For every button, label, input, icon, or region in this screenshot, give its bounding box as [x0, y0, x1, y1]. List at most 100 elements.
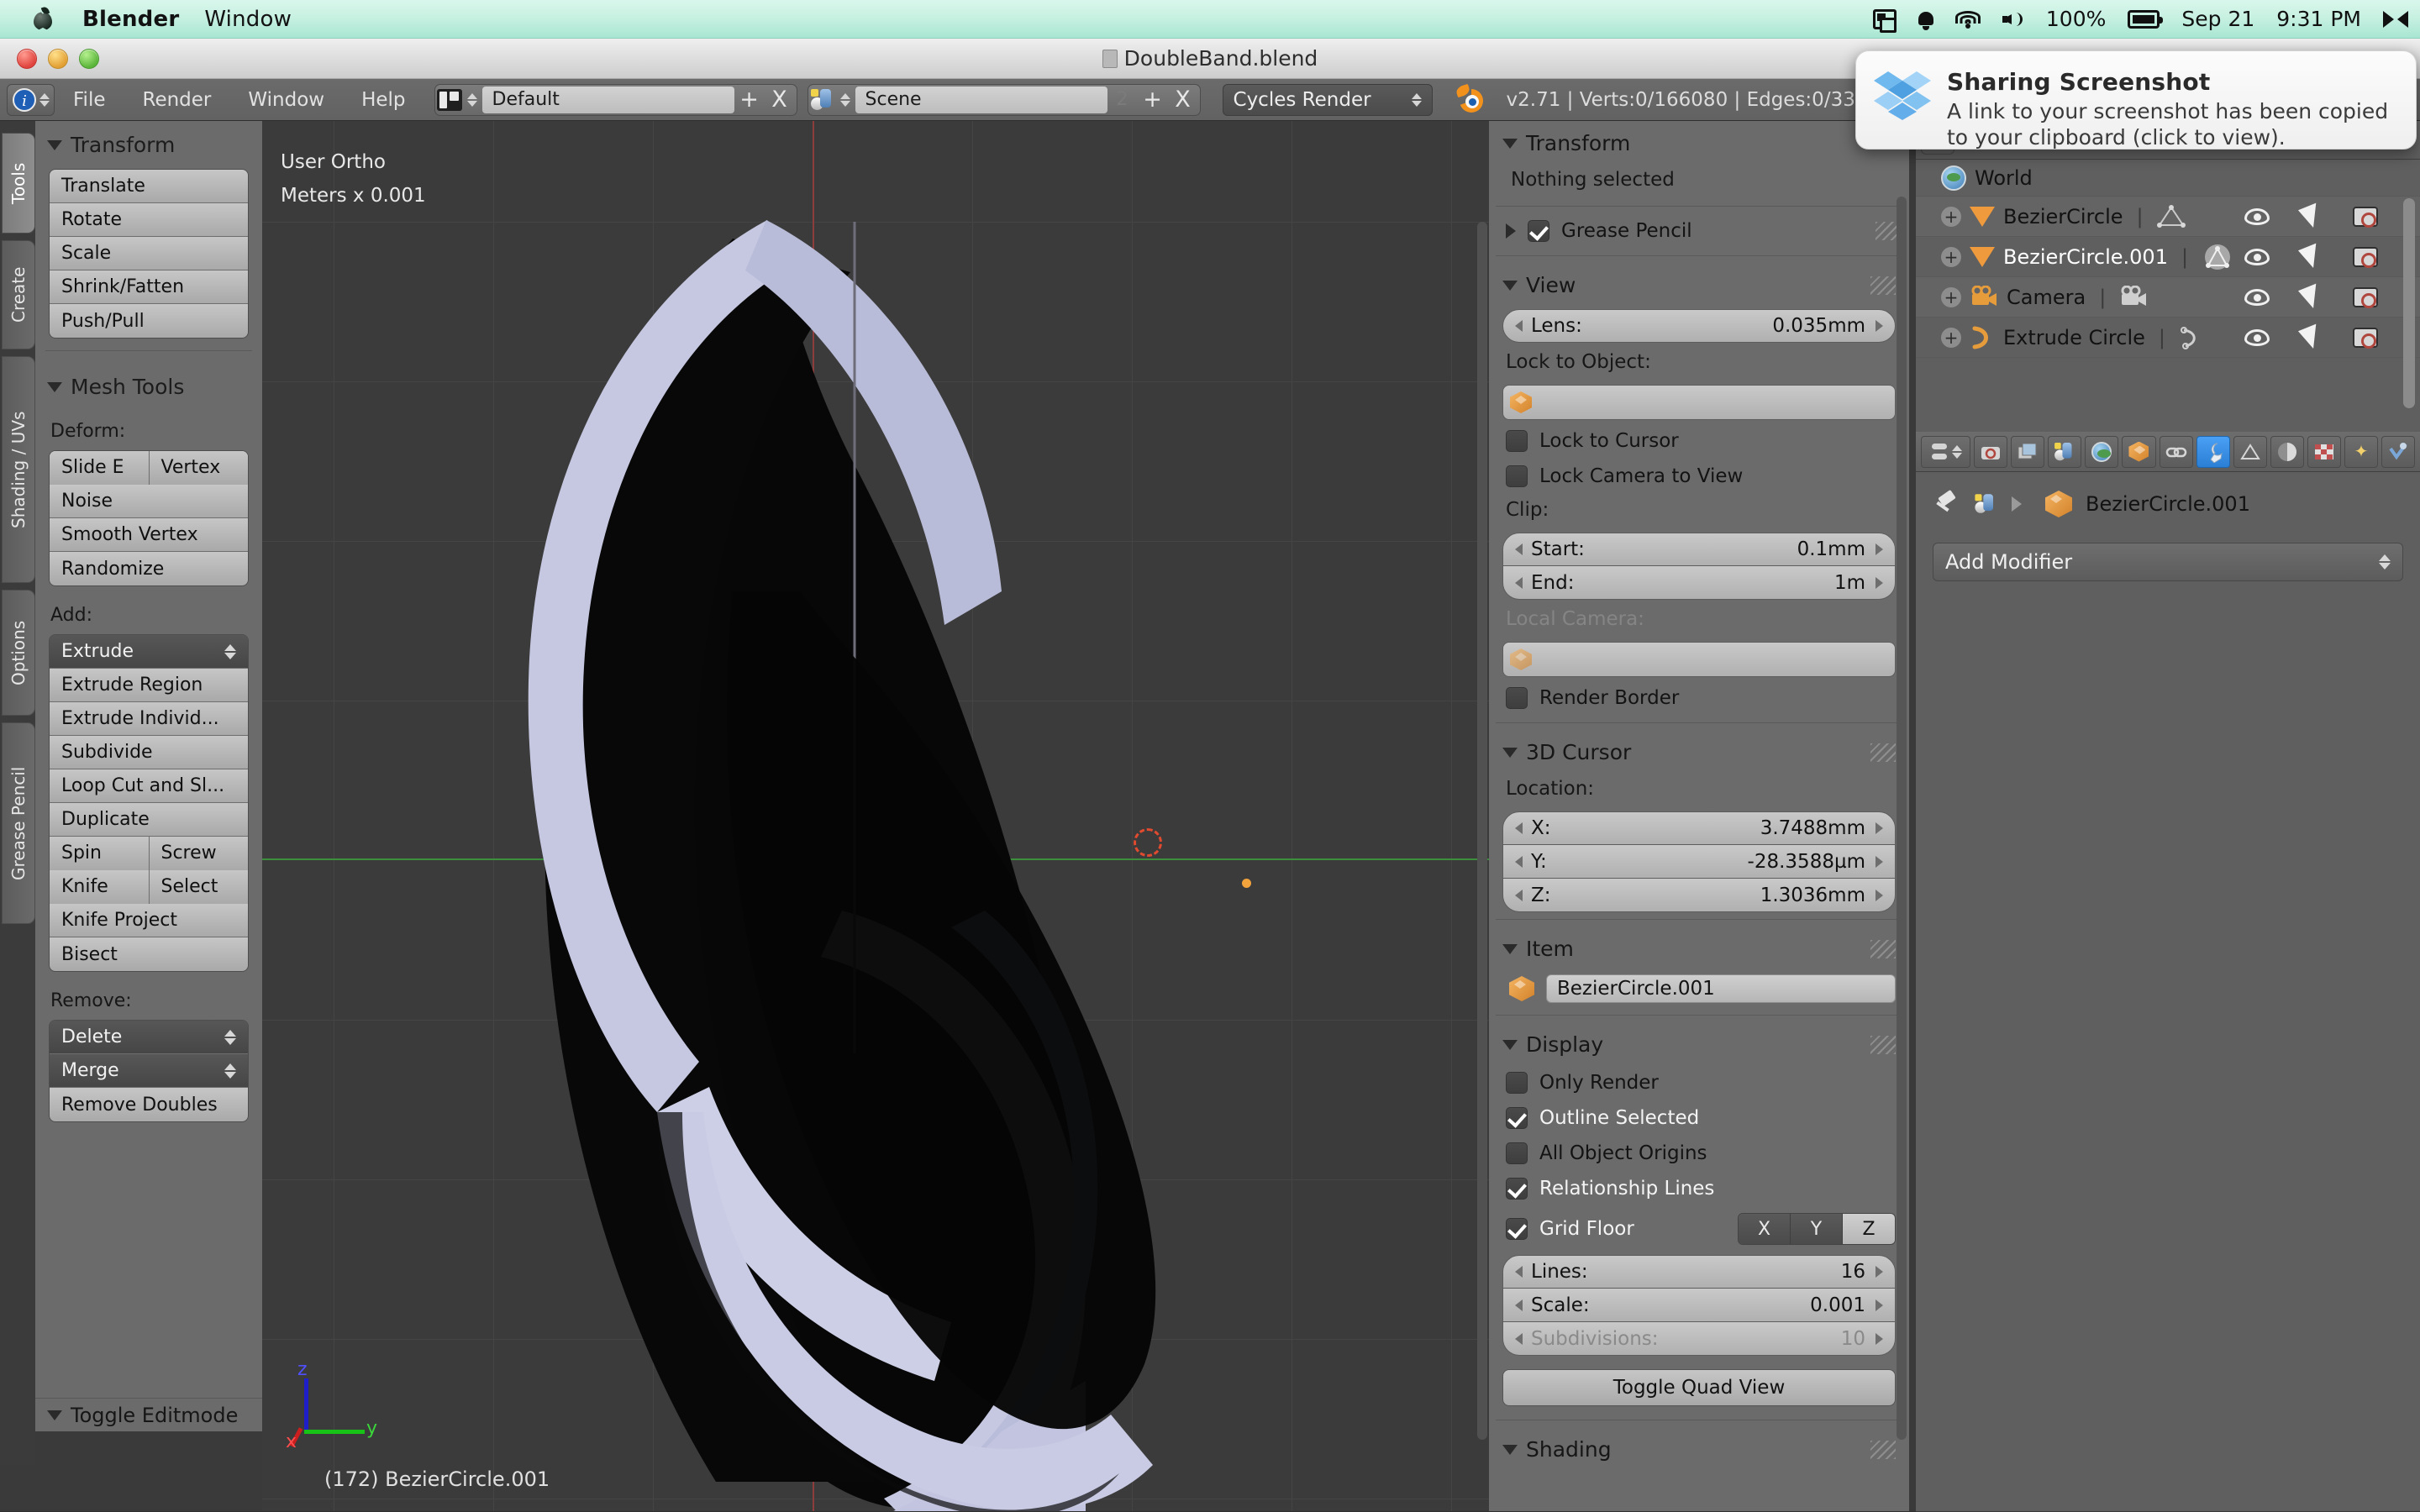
clip-end-slider[interactable]: End: 1m [1502, 566, 1896, 600]
menubar-app-name[interactable]: Blender [82, 7, 179, 32]
push-pull-button[interactable]: Push/Pull [50, 304, 248, 338]
remove-doubles-button[interactable]: Remove Doubles [50, 1088, 248, 1121]
modifier-tab[interactable] [2196, 435, 2230, 468]
grid-lines-slider[interactable]: Lines: 16 [1502, 1255, 1896, 1289]
render-border-row[interactable]: Render Border [1489, 680, 1909, 716]
knife-button[interactable]: Knife [50, 869, 149, 904]
cursor-arrow-icon[interactable] [2297, 243, 2325, 270]
add-screen-button[interactable]: + [734, 87, 765, 113]
rotate-button[interactable]: Rotate [50, 203, 248, 237]
translate-button[interactable]: Translate [50, 170, 248, 203]
grid-floor-row[interactable]: Grid Floor X Y Z [1489, 1206, 1909, 1252]
lock-camera-to-view-row[interactable]: Lock Camera to View [1489, 459, 1909, 494]
expand-icon[interactable]: + [1941, 246, 1961, 267]
outline-selected-row[interactable]: Outline Selected [1489, 1100, 1909, 1136]
delete-dropdown[interactable]: Delete [50, 1021, 248, 1054]
world-tab[interactable] [2085, 435, 2119, 468]
grease-pencil-row[interactable]: Grease Pencil [1489, 213, 1909, 249]
menu-render[interactable]: Render [124, 79, 230, 121]
add-modifier-button[interactable]: Add Modifier [1933, 543, 2403, 581]
display-icon[interactable] [1872, 8, 1897, 33]
wifi-icon[interactable] [1954, 10, 1981, 29]
local-camera-field[interactable] [1502, 642, 1896, 677]
arrow-left-icon[interactable] [1515, 855, 1523, 868]
arrow-left-icon[interactable] [1515, 576, 1523, 589]
randomize-button[interactable]: Randomize [50, 552, 248, 585]
all-object-origins-row[interactable]: All Object Origins [1489, 1136, 1909, 1171]
arrow-left-icon[interactable] [1515, 1332, 1523, 1345]
cursor-arrow-icon[interactable] [2297, 323, 2325, 351]
delete-scene-button[interactable]: X [1168, 87, 1198, 113]
cursor-z-slider[interactable]: Z: 1.3036mm [1502, 879, 1896, 912]
panel-header-display[interactable]: Display [1489, 1022, 1909, 1065]
arrow-right-icon[interactable] [1876, 320, 1883, 332]
sidebar-item-tools[interactable]: Tools [2, 133, 35, 234]
arrow-left-icon[interactable] [1515, 822, 1523, 834]
camera-icon[interactable] [2353, 327, 2378, 349]
camera-icon[interactable] [2353, 246, 2378, 268]
knife-select-button[interactable]: Select [148, 869, 248, 904]
arrow-right-icon[interactable] [1876, 822, 1883, 834]
sidebar-item-options[interactable]: Options [2, 590, 35, 716]
physics-tab[interactable] [2381, 435, 2416, 468]
sidebar-item-shading-uvs[interactable]: Shading / UVs [2, 356, 35, 583]
menubar-item-window[interactable]: Window [204, 7, 292, 32]
menu-help[interactable]: Help [343, 79, 424, 121]
arrow-left-icon[interactable] [1515, 889, 1523, 901]
loop-cut-button[interactable]: Loop Cut and Sl... [50, 769, 248, 803]
sidebar-item-grease-pencil[interactable]: Grease Pencil [2, 722, 35, 924]
eye-icon[interactable] [2244, 248, 2270, 265]
panel-header-transform[interactable]: Transform [1489, 121, 1909, 164]
cursor-x-slider[interactable]: X: 3.7488mm [1502, 811, 1896, 845]
grid-axis-y-toggle[interactable]: Y [1791, 1214, 1843, 1244]
pin-icon[interactable] [1934, 491, 1960, 517]
constraints-tab[interactable] [2159, 435, 2193, 468]
lock-to-cursor-checkbox[interactable] [1506, 430, 1528, 452]
list-item[interactable]: World [1916, 160, 2420, 197]
bell-icon[interactable] [1918, 10, 1933, 30]
render-engine-selector[interactable]: Cycles Render [1222, 83, 1433, 116]
panel-header-toggle-editmode[interactable]: Toggle Editmode [35, 1398, 262, 1431]
editor-type-selector[interactable]: i [7, 83, 55, 116]
texture-tab[interactable] [2307, 435, 2341, 468]
cursor-arrow-icon[interactable] [2297, 283, 2325, 311]
grid-axis-z-toggle[interactable]: Z [1843, 1214, 1895, 1244]
arrow-left-icon[interactable] [1515, 1299, 1523, 1311]
screw-button[interactable]: Screw [148, 836, 248, 870]
arrow-left-icon[interactable] [1515, 320, 1523, 332]
subdivide-button[interactable]: Subdivide [50, 736, 248, 769]
smooth-vertex-button[interactable]: Smooth Vertex [50, 518, 248, 552]
render-layers-tab[interactable] [2011, 435, 2045, 468]
only-render-row[interactable]: Only Render [1489, 1065, 1909, 1100]
relationship-lines-row[interactable]: Relationship Lines [1489, 1171, 1909, 1206]
eye-icon[interactable] [2244, 288, 2270, 306]
data-tab[interactable] [2233, 435, 2267, 468]
arrow-left-icon[interactable] [1515, 543, 1523, 555]
camera-icon[interactable] [2353, 206, 2378, 228]
relationship-lines-checkbox[interactable] [1506, 1178, 1528, 1200]
panel-header-item[interactable]: Item [1489, 927, 1909, 969]
arrow-right-icon[interactable] [1876, 855, 1883, 868]
add-scene-button[interactable]: + [1138, 87, 1168, 113]
all-object-origins-checkbox[interactable] [1506, 1142, 1528, 1164]
notification-banner[interactable]: Sharing Screenshot A link to your screen… [1855, 50, 2417, 150]
grid-axis-x-toggle[interactable]: X [1739, 1214, 1791, 1244]
particles-tab[interactable]: ✦ [2344, 435, 2378, 468]
camera-icon[interactable] [2353, 286, 2378, 308]
npanel-scrollbar[interactable] [1897, 197, 1907, 1440]
panel-header-view[interactable]: View [1489, 263, 1909, 306]
sidebar-item-create[interactable]: Create [2, 240, 35, 349]
grid-scale-slider[interactable]: Scale: 0.001 [1502, 1289, 1896, 1322]
expand-icon[interactable]: + [1941, 286, 1961, 307]
render-border-checkbox[interactable] [1506, 687, 1528, 709]
3d-viewport[interactable]: User Ortho Meters x 0.001 z y x (172) Be… [262, 121, 1489, 1511]
shrink-fatten-button[interactable]: Shrink/Fatten [50, 270, 248, 304]
grease-pencil-checkbox[interactable] [1528, 220, 1549, 242]
eye-icon[interactable] [2244, 207, 2270, 225]
panel-header-shading[interactable]: Shading [1489, 1427, 1909, 1470]
panel-header-transform[interactable]: Transform [35, 121, 262, 165]
panel-header-mesh-tools[interactable]: Mesh Tools [35, 363, 262, 407]
scene-tab[interactable] [2048, 435, 2082, 468]
material-tab[interactable] [2270, 435, 2304, 468]
arrow-right-icon[interactable] [1876, 889, 1883, 901]
